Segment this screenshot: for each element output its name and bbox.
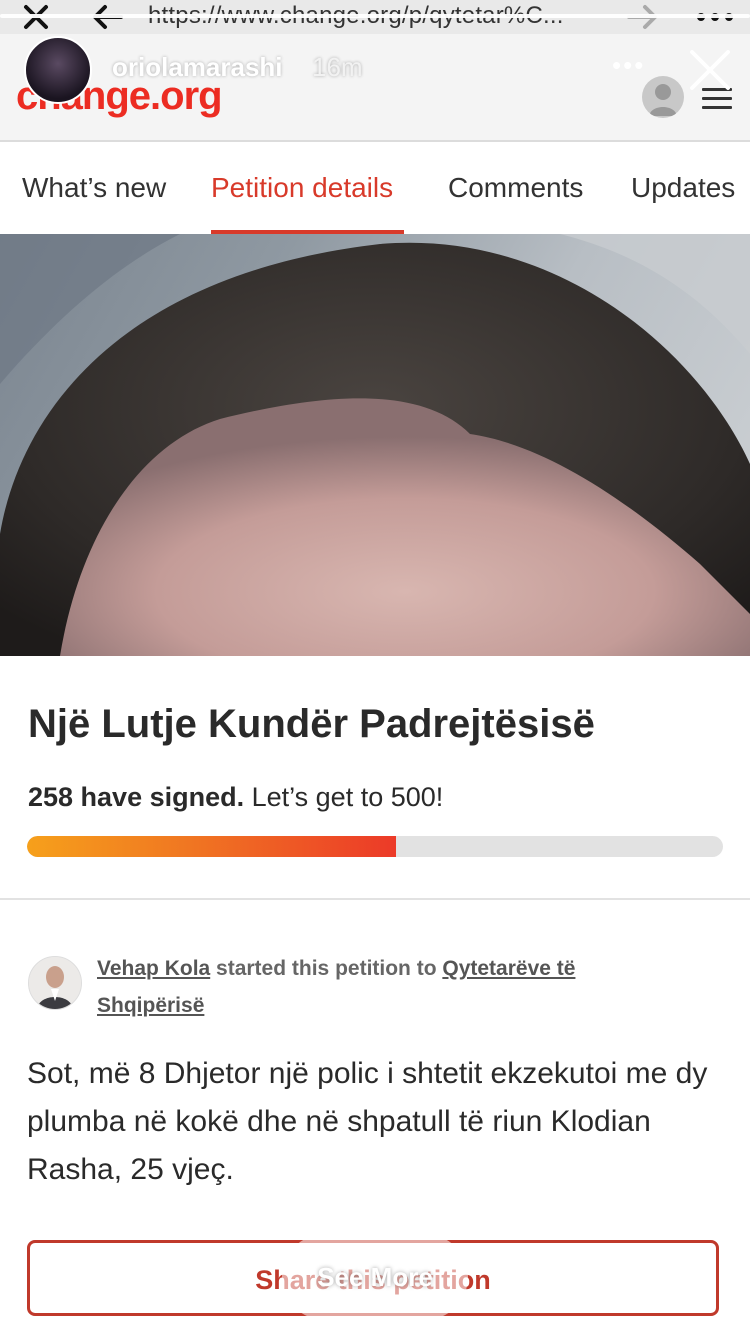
tab-updates[interactable]: Updates [631,172,735,204]
petition-starter: Vehap Kola started this petition to Qyte… [97,950,677,1024]
see-more-label[interactable]: See More [282,1262,468,1293]
section-divider [0,898,750,900]
signature-count: 258 have signed. Let’s get to 500! [28,782,443,813]
chevron-up-icon[interactable] [358,1202,394,1220]
petition-tabs: What’s new Petition details Comments Upd… [0,142,750,235]
signature-progress-fill [27,836,396,857]
petition-photo [0,234,750,656]
starter-avatar[interactable] [28,956,82,1010]
story-username[interactable]: oriolamarashi [112,52,283,83]
story-progress-bar [0,14,750,18]
story-user-avatar[interactable] [24,36,92,104]
story-timestamp: 16m [312,52,363,82]
goal-text: Let’s get to 500! [244,782,444,812]
user-avatar-icon[interactable] [642,76,684,118]
tab-comments[interactable]: Comments [448,172,583,204]
browser-toolbar: https://www.change.org/p/qytetar%C... [0,0,750,34]
story-close-icon[interactable] [688,48,732,92]
signed-count-text: 258 have signed. [28,782,245,812]
tab-whats-new[interactable]: What’s new [22,172,166,204]
signature-progress-bar [27,836,723,857]
send-icon[interactable] [668,1252,714,1298]
starter-mid-text: started this petition to [210,957,443,980]
tab-petition-details[interactable]: Petition details [211,172,393,204]
story-options-icon[interactable]: ••• [612,50,645,81]
starter-name-link[interactable]: Vehap Kola [97,957,210,980]
petition-title: Një Lutje Kundër Padrejtësisë [28,702,595,746]
petition-body: Sot, më 8 Dhjetor një polic i shtetit ek… [27,1057,708,1186]
